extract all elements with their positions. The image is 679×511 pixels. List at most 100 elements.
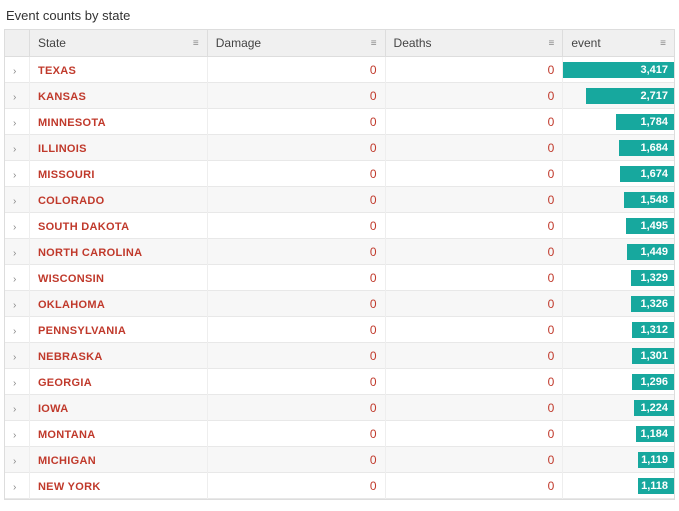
sort-icon-state[interactable]: ≡ — [193, 38, 199, 49]
event-cell: 1,674 — [563, 161, 674, 187]
event-cell: 2,717 — [563, 83, 674, 109]
state-cell: WISCONSIN — [29, 265, 207, 291]
state-cell: NEBRASKA — [29, 343, 207, 369]
deaths-cell: 0 — [385, 239, 563, 265]
expand-icon[interactable]: › — [5, 213, 29, 239]
table-row[interactable]: ›OKLAHOMA00 1,326 — [5, 291, 674, 317]
damage-cell: 0 — [207, 343, 385, 369]
table-row[interactable]: ›GEORGIA00 1,296 — [5, 369, 674, 395]
damage-cell: 0 — [207, 239, 385, 265]
table-row[interactable]: ›SOUTH DAKOTA00 1,495 — [5, 213, 674, 239]
table-row[interactable]: ›NEW YORK00 1,118 — [5, 473, 674, 499]
table-row[interactable]: ›MICHIGAN00 1,119 — [5, 447, 674, 473]
damage-cell: 0 — [207, 109, 385, 135]
event-cell: 1,449 — [563, 239, 674, 265]
table-row[interactable]: ›WISCONSIN00 1,329 — [5, 265, 674, 291]
state-cell: NEW YORK — [29, 473, 207, 499]
deaths-cell: 0 — [385, 343, 563, 369]
damage-cell: 0 — [207, 135, 385, 161]
damage-cell: 0 — [207, 317, 385, 343]
deaths-cell: 0 — [385, 447, 563, 473]
table-row[interactable]: ›MINNESOTA00 1,784 — [5, 109, 674, 135]
event-cell: 1,784 — [563, 109, 674, 135]
damage-cell: 0 — [207, 473, 385, 499]
deaths-cell: 0 — [385, 265, 563, 291]
sort-icon-deaths[interactable]: ≡ — [548, 38, 554, 49]
state-cell: PENNSYLVANIA — [29, 317, 207, 343]
event-cell: 1,329 — [563, 265, 674, 291]
deaths-cell: 0 — [385, 109, 563, 135]
table-row[interactable]: ›ILLINOIS00 1,684 — [5, 135, 674, 161]
state-cell: IOWA — [29, 395, 207, 421]
expand-icon[interactable]: › — [5, 265, 29, 291]
event-cell: 3,417 — [563, 57, 674, 83]
deaths-cell: 0 — [385, 135, 563, 161]
state-cell: NORTH CAROLINA — [29, 239, 207, 265]
expand-col-header — [5, 30, 29, 57]
table-row[interactable]: ›KANSAS00 2,717 — [5, 83, 674, 109]
col-header-damage[interactable]: Damage ≡ — [207, 30, 385, 57]
state-cell: COLORADO — [29, 187, 207, 213]
expand-icon[interactable]: › — [5, 369, 29, 395]
deaths-cell: 0 — [385, 369, 563, 395]
table-row[interactable]: ›NEBRASKA00 1,301 — [5, 343, 674, 369]
damage-cell: 0 — [207, 187, 385, 213]
expand-icon[interactable]: › — [5, 317, 29, 343]
expand-icon[interactable]: › — [5, 447, 29, 473]
table-row[interactable]: ›MONTANA00 1,184 — [5, 421, 674, 447]
event-cell: 1,495 — [563, 213, 674, 239]
deaths-cell: 0 — [385, 291, 563, 317]
state-cell: MONTANA — [29, 421, 207, 447]
sort-icon-damage[interactable]: ≡ — [371, 38, 377, 49]
state-cell: KANSAS — [29, 83, 207, 109]
table-row[interactable]: ›COLORADO00 1,548 — [5, 187, 674, 213]
expand-icon[interactable]: › — [5, 239, 29, 265]
deaths-cell: 0 — [385, 187, 563, 213]
expand-icon[interactable]: › — [5, 291, 29, 317]
state-cell: GEORGIA — [29, 369, 207, 395]
event-cell: 1,119 — [563, 447, 674, 473]
expand-icon[interactable]: › — [5, 187, 29, 213]
event-cell: 1,312 — [563, 317, 674, 343]
table-row[interactable]: ›PENNSYLVANIA00 1,312 — [5, 317, 674, 343]
col-header-deaths[interactable]: Deaths ≡ — [385, 30, 563, 57]
deaths-cell: 0 — [385, 421, 563, 447]
event-cell: 1,296 — [563, 369, 674, 395]
col-header-state[interactable]: State ≡ — [29, 30, 207, 57]
event-cell: 1,184 — [563, 421, 674, 447]
deaths-cell: 0 — [385, 161, 563, 187]
table-row[interactable]: ›MISSOURI00 1,674 — [5, 161, 674, 187]
deaths-cell: 0 — [385, 317, 563, 343]
expand-icon[interactable]: › — [5, 343, 29, 369]
data-table: State ≡ Damage ≡ Deaths ≡ — [4, 29, 675, 500]
event-cell: 1,301 — [563, 343, 674, 369]
deaths-cell: 0 — [385, 473, 563, 499]
expand-icon[interactable]: › — [5, 109, 29, 135]
expand-icon[interactable]: › — [5, 135, 29, 161]
state-cell: MINNESOTA — [29, 109, 207, 135]
chart-title: Event counts by state — [4, 4, 675, 29]
state-cell: OKLAHOMA — [29, 291, 207, 317]
sort-icon-event[interactable]: ≡ — [660, 38, 666, 49]
damage-cell: 0 — [207, 265, 385, 291]
state-cell: SOUTH DAKOTA — [29, 213, 207, 239]
deaths-cell: 0 — [385, 395, 563, 421]
expand-icon[interactable]: › — [5, 395, 29, 421]
table-header: State ≡ Damage ≡ Deaths ≡ — [5, 30, 674, 57]
expand-icon[interactable]: › — [5, 473, 29, 499]
table-row[interactable]: ›NORTH CAROLINA00 1,449 — [5, 239, 674, 265]
damage-cell: 0 — [207, 421, 385, 447]
table-row[interactable]: ›IOWA00 1,224 — [5, 395, 674, 421]
col-header-event[interactable]: event ≡ — [563, 30, 674, 57]
table-row[interactable]: ›TEXAS00 3,417 — [5, 57, 674, 83]
state-cell: ILLINOIS — [29, 135, 207, 161]
expand-icon[interactable]: › — [5, 83, 29, 109]
event-cell: 1,548 — [563, 187, 674, 213]
expand-icon[interactable]: › — [5, 57, 29, 83]
deaths-cell: 0 — [385, 213, 563, 239]
expand-icon[interactable]: › — [5, 161, 29, 187]
expand-icon[interactable]: › — [5, 421, 29, 447]
state-cell: TEXAS — [29, 57, 207, 83]
damage-cell: 0 — [207, 395, 385, 421]
event-cell: 1,326 — [563, 291, 674, 317]
